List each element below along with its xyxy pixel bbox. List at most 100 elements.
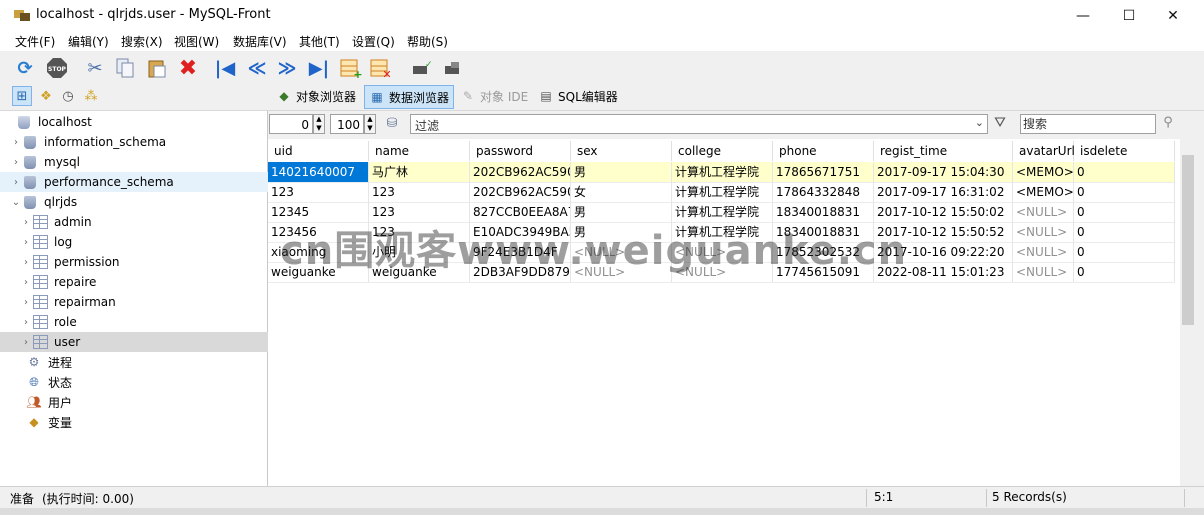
search-icon[interactable]: ⚲ — [1158, 115, 1178, 133]
table-cell[interactable]: 计算机工程学院 — [672, 182, 773, 202]
tab-object-browser[interactable]: ◆ 对象浏览器 — [272, 85, 360, 107]
tree-item-performance-schema[interactable]: › performance_schema — [0, 172, 275, 192]
tree-item-table-role[interactable]: › role — [0, 312, 285, 332]
filter-combobox[interactable]: 过滤 ⌄ — [410, 114, 988, 134]
column-header[interactable]: name — [369, 141, 470, 161]
menu-other[interactable]: 其他(T) — [299, 33, 340, 50]
delete-record-icon[interactable]: ✕ — [370, 57, 392, 79]
limit-toggle-icon[interactable]: ⛁ — [384, 116, 400, 132]
menu-search[interactable]: 搜索(X) — [121, 33, 163, 50]
tree-item-table-log[interactable]: › log — [0, 232, 285, 252]
table-cell[interactable]: 0 — [1074, 162, 1175, 182]
menu-database[interactable]: 数据库(V) — [233, 33, 287, 50]
tree-view-icon[interactable]: ⊞ — [12, 86, 32, 106]
last-record-icon[interactable]: ▶| — [308, 57, 330, 79]
tree-item-qlrjds[interactable]: ⌄ qlrjds — [0, 192, 275, 212]
close-button[interactable]: ✕ — [1150, 0, 1196, 31]
table-row[interactable]: 14021640007 马广林 202CB962AC5907 男 计算机工程学院… — [268, 162, 1175, 183]
expand-icon[interactable]: › — [20, 317, 32, 328]
paste-icon[interactable] — [146, 57, 168, 79]
cut-icon[interactable]: ✂ — [84, 57, 106, 79]
menu-file[interactable]: 文件(F) — [15, 33, 55, 50]
tree-item-status[interactable]: 🌐︎ 状态 — [0, 372, 291, 392]
tree-item-table-repairman[interactable]: › repairman — [0, 292, 285, 312]
table-cell[interactable]: <NULL> — [1013, 222, 1074, 242]
menu-edit[interactable]: 编辑(Y) — [68, 33, 109, 50]
chevron-down-icon[interactable]: ⌄ — [975, 116, 984, 129]
table-cell[interactable]: <MEMO> — [1013, 182, 1074, 202]
tab-object-ide[interactable]: ✎ 对象 IDE — [456, 85, 532, 107]
table-cell[interactable]: 2017-09-17 15:04:30 — [874, 162, 1013, 182]
table-row[interactable]: 123 123 202CB962AC5907 女 计算机工程学院 1786433… — [268, 182, 1175, 203]
column-header[interactable]: regist_time — [874, 141, 1013, 161]
tree-item-localhost[interactable]: localhost — [0, 112, 281, 132]
expand-icon[interactable]: › — [20, 277, 32, 288]
table-cell[interactable]: 0 — [1074, 182, 1175, 202]
cancel-icon[interactable] — [442, 57, 464, 79]
tree-item-processes[interactable]: ⚙ 进程 — [0, 352, 291, 372]
expand-icon[interactable]: › — [20, 237, 32, 248]
scrollbar-thumb[interactable] — [1182, 155, 1194, 325]
next-record-icon[interactable]: ≫ — [276, 57, 298, 79]
menu-help[interactable]: 帮助(S) — [407, 33, 448, 50]
expand-icon[interactable]: › — [10, 137, 22, 148]
expand-icon[interactable]: › — [20, 217, 32, 228]
table-cell[interactable]: 17864332848 — [773, 182, 874, 202]
table-cell[interactable]: <MEMO> — [1013, 162, 1074, 182]
table-cell[interactable]: <NULL> — [1013, 242, 1074, 262]
bookmarks-icon[interactable]: ❖ — [38, 88, 54, 104]
stop-icon[interactable]: STOP — [46, 57, 68, 79]
post-icon[interactable]: ✓ — [410, 57, 432, 79]
offset-input[interactable]: 0 — [269, 114, 313, 134]
tree-item-table-admin[interactable]: › admin — [0, 212, 285, 232]
expand-icon[interactable]: › — [20, 297, 32, 308]
table-cell[interactable]: 123 — [268, 182, 369, 202]
table-cell[interactable]: 17865671751 — [773, 162, 874, 182]
delete-icon[interactable]: ✖ — [177, 56, 199, 81]
maximize-button[interactable]: ☐ — [1106, 0, 1152, 31]
search-input[interactable]: 搜索 — [1020, 114, 1156, 134]
table-cell[interactable]: 0 — [1074, 202, 1175, 222]
column-header[interactable]: password — [470, 141, 571, 161]
table-cell[interactable]: <NULL> — [1013, 202, 1074, 222]
table-cell[interactable]: 14021640007 — [268, 162, 369, 182]
tree-item-mysql[interactable]: › mysql — [0, 152, 275, 172]
tree-item-table-repaire[interactable]: › repaire — [0, 272, 285, 292]
copy-icon[interactable] — [114, 57, 136, 79]
table-cell[interactable]: 女 — [571, 182, 672, 202]
sql-history-icon[interactable]: ⁂ — [83, 88, 99, 104]
tree-item-table-user[interactable]: › user — [0, 332, 285, 352]
table-cell[interactable]: 123 — [369, 182, 470, 202]
limit-input[interactable]: 100 — [330, 114, 364, 134]
table-cell[interactable]: 男 — [571, 162, 672, 182]
tab-sql-editor[interactable]: ▤ SQL编辑器 — [534, 85, 622, 107]
filter-icon[interactable]: ⛛ — [990, 115, 1010, 133]
table-cell[interactable]: 0 — [1074, 222, 1175, 242]
table-cell[interactable]: 0 — [1074, 262, 1175, 282]
insert-record-icon[interactable]: + — [340, 57, 362, 79]
expand-icon[interactable]: › — [10, 157, 22, 168]
menu-settings[interactable]: 设置(Q) — [352, 33, 395, 50]
tree-item-table-permission[interactable]: › permission — [0, 252, 285, 272]
column-header[interactable]: college — [672, 141, 773, 161]
table-cell[interactable]: 202CB962AC5907 — [470, 162, 571, 182]
history-icon[interactable]: ◷ — [60, 88, 76, 104]
limit-stepper[interactable]: ▲ ▼ — [364, 114, 376, 134]
tab-data-browser[interactable]: ▦ 数据浏览器 — [364, 85, 455, 109]
table-cell[interactable]: 2017-09-17 16:31:02 — [874, 182, 1013, 202]
table-cell[interactable]: <NULL> — [1013, 262, 1074, 282]
collapse-icon[interactable]: ⌄ — [10, 197, 22, 208]
expand-icon[interactable]: › — [10, 177, 22, 188]
table-cell[interactable]: 马广林 — [369, 162, 470, 182]
tree-item-users[interactable]: 👥︎ 用户 — [0, 392, 291, 412]
tree-item-variables[interactable]: ◆ 变量 — [0, 412, 291, 432]
offset-stepper[interactable]: ▲ ▼ — [313, 114, 325, 134]
column-header[interactable]: sex — [571, 141, 672, 161]
previous-record-icon[interactable]: ≪ — [246, 57, 268, 79]
column-header[interactable]: phone — [773, 141, 874, 161]
first-record-icon[interactable]: |◀ — [214, 57, 236, 79]
column-header[interactable]: uid — [268, 141, 369, 161]
table-cell[interactable]: 计算机工程学院 — [672, 162, 773, 182]
expand-icon[interactable]: › — [20, 337, 32, 348]
expand-icon[interactable]: › — [20, 257, 32, 268]
